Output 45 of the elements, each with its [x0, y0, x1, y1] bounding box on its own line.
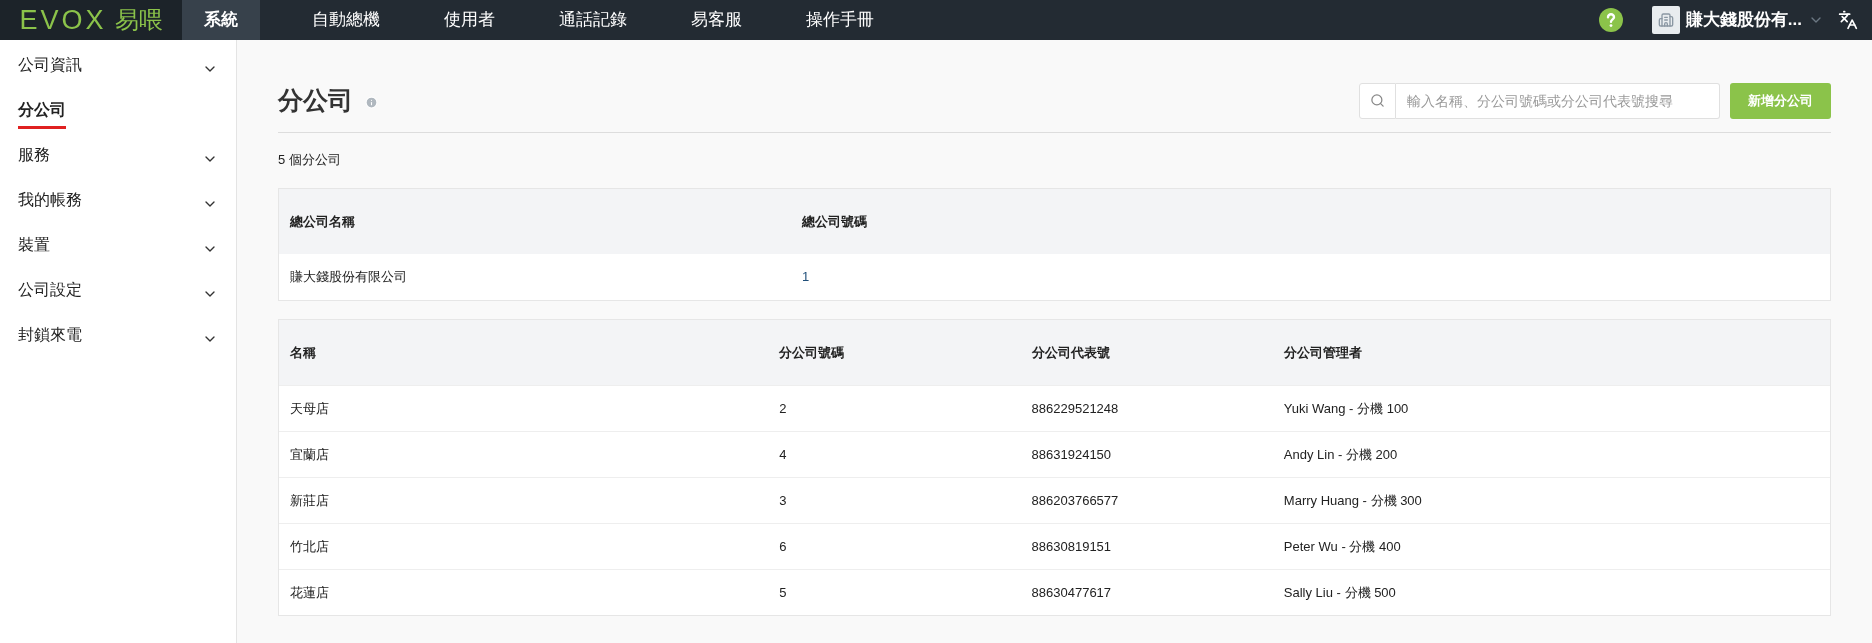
- table-cell: Peter Wu - 分機 400: [1283, 538, 1401, 554]
- column-header: 分公司代表號: [1031, 344, 1110, 360]
- column-header: 分公司號碼: [779, 344, 845, 360]
- table-cell: 新莊店: [290, 492, 329, 508]
- table-cell: 88630477617: [1031, 584, 1112, 600]
- column-header: 分公司管理者: [1283, 344, 1362, 360]
- search-icon: [1370, 93, 1385, 109]
- table-cell: 88630819151: [1031, 538, 1112, 554]
- help-icon[interactable]: [1598, 8, 1623, 32]
- table-cell: 886229521248: [1031, 400, 1119, 416]
- table-cell: 宜蘭店: [290, 446, 329, 462]
- page-title: 分公司: [278, 85, 353, 116]
- table-cell: Marry Huang - 分機 300: [1283, 492, 1422, 508]
- sidebar-item[interactable]: 公司資訊: [0, 46, 236, 91]
- table-cell-text: 賺大錢股份有限公司: [290, 268, 408, 287]
- column-header: 總公司名稱: [290, 212, 356, 231]
- table-cell: 886203766577: [1031, 492, 1119, 508]
- account-menu[interactable]: 賺大錢股份有...: [1651, 6, 1824, 34]
- branch-count: 5 個分公司: [278, 150, 342, 169]
- building-icon: [1651, 6, 1680, 34]
- column-header: 名稱: [290, 344, 316, 360]
- table-cell: 2: [779, 400, 787, 416]
- search-field[interactable]: 輸入名稱、分公司號碼或分公司代表號搜尋: [1396, 82, 1720, 119]
- table-cell-text: 1: [802, 268, 810, 287]
- logo[interactable]: EVOX 易喂: [0, 0, 182, 40]
- table-cell: Andy Lin - 分機 200: [1283, 446, 1398, 462]
- table-cell: Yuki Wang - 分機 100: [1283, 400, 1409, 416]
- sidebar-item[interactable]: 我的帳務: [0, 181, 236, 226]
- translate-icon[interactable]: [1838, 10, 1858, 30]
- sidebar-item[interactable]: 分公司: [0, 91, 236, 136]
- sidebar-item[interactable]: 裝置: [0, 226, 236, 271]
- sidebar-item[interactable]: 服務: [0, 136, 236, 181]
- table-cell: Sally Liu - 分機 500: [1283, 584, 1396, 600]
- table-cell: 天母店: [290, 400, 329, 416]
- sidebar-item[interactable]: 公司設定: [0, 271, 236, 316]
- nav-tab[interactable]: 系統: [182, 0, 260, 40]
- table-cell: 竹北店: [290, 538, 329, 554]
- table-cell: 4: [779, 446, 787, 462]
- column-header: 總公司號碼: [802, 212, 867, 231]
- table-cell: 6: [779, 538, 787, 554]
- sidebar-item[interactable]: 封鎖來電: [0, 316, 236, 361]
- table-cell: 花蓮店: [290, 584, 329, 600]
- table-cell: 5: [779, 584, 787, 600]
- table-cell: 88631924150: [1031, 446, 1112, 462]
- table-cell: 3: [779, 492, 787, 508]
